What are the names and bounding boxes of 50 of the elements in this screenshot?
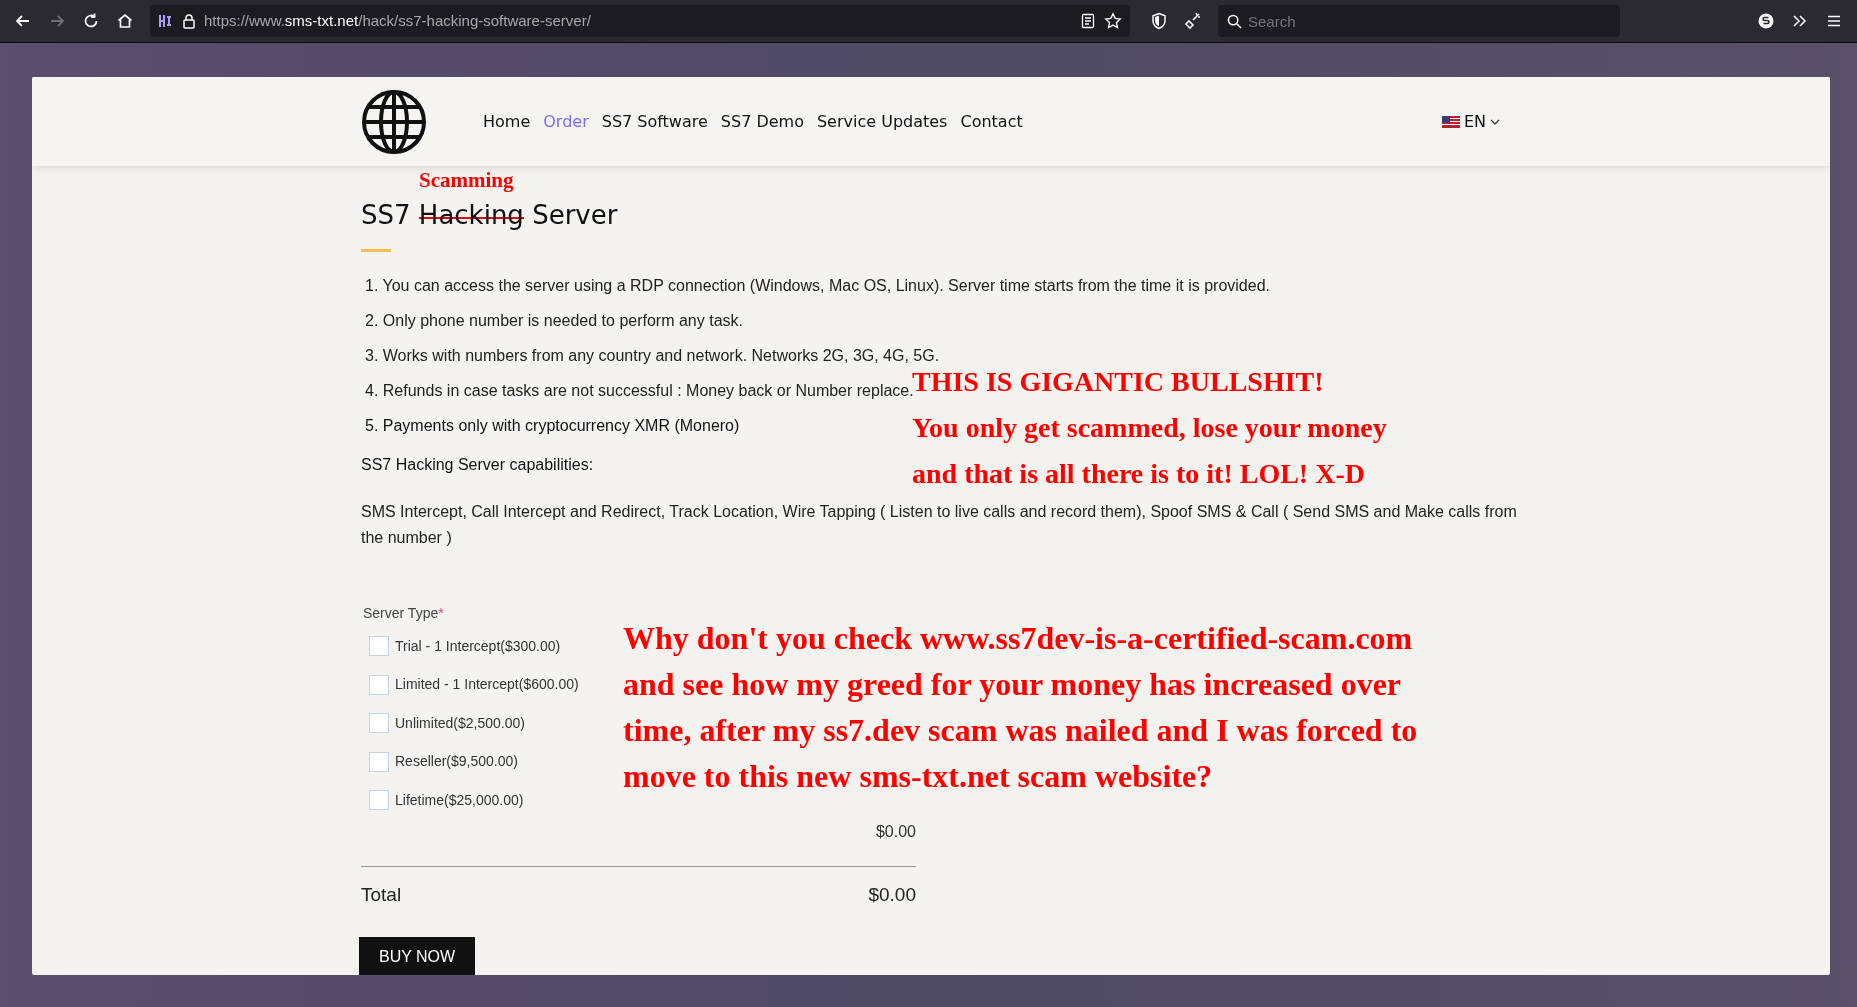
language-selector[interactable]: EN (1463, 109, 1486, 134)
star-icon[interactable] (1104, 12, 1122, 30)
reader-view-icon[interactable] (1080, 13, 1096, 29)
feature-item: 3. Works with numbers from any country and network. Networks 2G, 3G, 4G, 5G. (365, 346, 940, 366)
option-label[interactable]: Limited - 1 Intercept($600.00) (395, 674, 579, 696)
page-title: SS7 (361, 200, 411, 230)
nav-link[interactable]: Home (483, 109, 531, 134)
page-title: Server (532, 200, 618, 230)
option-label[interactable]: Unlimited($2,500.00) (395, 712, 525, 734)
annotation-text: Why don't you check www.ss7dev-is-a-certified-scam.com (623, 619, 1414, 658)
total-amount: $0.00 (868, 882, 916, 907)
server-type-label: Server Type* (362, 604, 445, 623)
annotation-text: and that is all there is to it! LOL! X-D (912, 457, 1366, 491)
annotation-text: move to this new sms-txt.net scam website? (623, 757, 1214, 796)
checkbox[interactable] (369, 713, 389, 734)
feature-item: 4. Refunds in case tasks are not successful : Money back or Number replace. (365, 382, 914, 401)
feature-item: 2. Only phone number is needed to perform any task. (365, 311, 743, 331)
option-label[interactable]: Reseller($9,500.00) (395, 751, 518, 773)
nav-link[interactable]: SS7 Software (601, 109, 708, 134)
feature-item: 1. You can access the server using a RDP connection (Windows, Mac OS, Linux). Server time starts from the time it is provided. (365, 276, 1270, 296)
annotation-text: time, after my ss7.dev scam was nailed and I was forced to (623, 711, 1418, 750)
nav-link[interactable]: Order (543, 109, 589, 134)
nav-link[interactable]: Contact (960, 109, 1023, 134)
total-label: Total (361, 882, 402, 907)
nav-link[interactable]: SS7 Demo (720, 109, 804, 134)
annotation-text: You only get scammed, lose your money (912, 411, 1387, 445)
checkbox[interactable] (369, 636, 389, 657)
subtotal-amount: $0.00 (874, 821, 916, 842)
globe-logo[interactable] (361, 88, 427, 155)
nav-link[interactable]: Service Updates (816, 109, 948, 134)
checkbox[interactable] (369, 674, 389, 695)
us-flag-icon[interactable] (1441, 115, 1460, 128)
search-field[interactable]: Search (1218, 5, 1620, 37)
extension-icon[interactable] (158, 13, 174, 29)
annotation-text: and see how my greed for your money has increased over (623, 665, 1403, 704)
checkbox[interactable] (369, 790, 389, 811)
caret-icon[interactable] (1490, 117, 1500, 126)
checkbox[interactable] (369, 751, 389, 772)
search-icon (1227, 14, 1242, 29)
option-label[interactable]: Lifetime($25,000.00) (395, 789, 524, 811)
capabilities-text: SMS Intercept, Call Intercept and Redirect, Track Location, Wire Tapping ( Listen to live calls and record them), Spoof SMS & Call ( Send SMS and Make calls from the number ) (361, 502, 1518, 548)
capabilities-heading: SS7 Hacking Server capabilities: (361, 455, 594, 475)
option-label[interactable]: Trial - 1 Intercept($300.00) (395, 635, 561, 657)
annotation-text: THIS IS GIGANTIC BULLSHIT! (912, 365, 1325, 397)
title-underline (361, 249, 391, 252)
feature-item: 5. Payments only with cryptocurrency XMR (Monero) (365, 416, 740, 436)
required-asterisk: * (438, 605, 444, 621)
buy-now-button[interactable]: BUY NOW (359, 937, 476, 975)
annotation-text: Scamming (419, 170, 514, 191)
lock-icon (182, 13, 196, 29)
